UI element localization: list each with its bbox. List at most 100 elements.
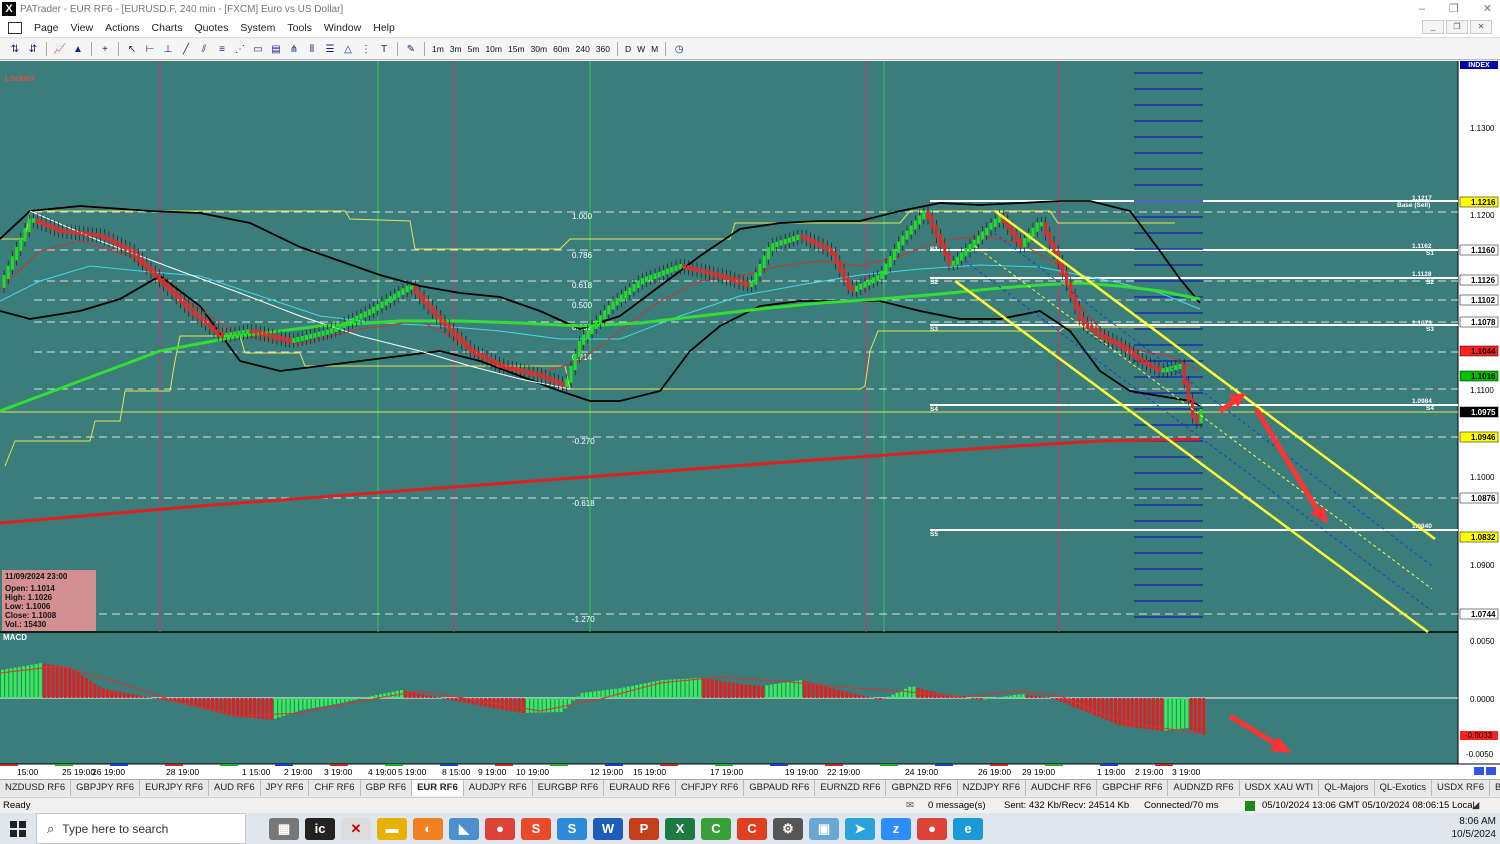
symbol-tab[interactable]: GBPCHF RF6	[1097, 780, 1169, 796]
trend-line-icon[interactable]: ╱	[178, 42, 194, 56]
symbol-tab[interactable]: GBPJPY RF6	[71, 780, 141, 796]
symbol-tab[interactable]: NZDUSD RF6	[0, 780, 72, 796]
camtasia-icon[interactable]: C	[737, 817, 767, 840]
system-clock[interactable]: 8:06 AM 10/5/2024	[1452, 815, 1497, 841]
pitchfork-icon[interactable]: ⋔	[286, 42, 302, 56]
resize-grip-icon[interactable]: ◢	[1472, 800, 1479, 811]
symbol-tab[interactable]: GBP RF6	[361, 780, 413, 796]
symbol-tab[interactable]: AUD RF6	[209, 780, 261, 796]
symbol-tab[interactable]: CHFJPY RF6	[676, 780, 745, 796]
ic-markets-icon[interactable]: ic	[305, 817, 335, 840]
symbol-tab[interactable]: EURNZD RF6	[815, 780, 887, 796]
symbol-tab[interactable]: EURAUD RF6	[604, 780, 676, 796]
task-view-icon[interactable]: ▦	[269, 817, 299, 840]
menu-page[interactable]: Page	[28, 22, 65, 34]
timeframe-360[interactable]: 360	[593, 44, 613, 54]
menu-actions[interactable]: Actions	[99, 22, 145, 34]
symbol-tab[interactable]: EURJPY RF6	[140, 780, 209, 796]
zoom-in-icon[interactable]: ▲	[70, 42, 86, 56]
pencil-icon[interactable]: ✎	[403, 42, 419, 56]
crosshair-icon[interactable]: +	[97, 42, 113, 56]
timeframe-30m[interactable]: 30m	[528, 44, 551, 54]
app-s-icon[interactable]: S	[521, 817, 551, 840]
app-orange-icon[interactable]: ◐	[413, 817, 443, 840]
taskbar-search[interactable]: ⌕ Type here to search	[36, 813, 246, 844]
app-blue-icon[interactable]: ◣	[449, 817, 479, 840]
timeframe-10m[interactable]: 10m	[482, 44, 505, 54]
timeframe-d[interactable]: D	[622, 44, 634, 54]
symbol-tab[interactable]: Bitcoin	[1490, 780, 1500, 796]
pointer-icon[interactable]: ↖	[124, 42, 140, 56]
telegram-icon[interactable]: ➤	[845, 817, 875, 840]
minimize-button[interactable]: –	[1419, 0, 1425, 18]
timeframe-m[interactable]: M	[648, 44, 661, 54]
symbol-tab[interactable]: USDX RF6	[1432, 780, 1490, 796]
chrome-2-icon[interactable]: ●	[917, 817, 947, 840]
settings-icon[interactable]: ⚙	[773, 817, 803, 840]
triangle-icon[interactable]: △	[340, 42, 356, 56]
mdi-minimize-button[interactable]: _	[1422, 20, 1444, 34]
cycles-icon[interactable]: ⦀	[304, 42, 320, 56]
symbol-tab[interactable]: QL-Exotics	[1375, 780, 1432, 796]
symbol-tab[interactable]: EURGBP RF6	[533, 780, 605, 796]
scroll-icon[interactable]	[1486, 767, 1496, 775]
fib-extension-icon[interactable]: ⋮	[358, 42, 374, 56]
menu-tools[interactable]: Tools	[281, 22, 318, 34]
timeframe-5m[interactable]: 5m	[465, 44, 483, 54]
scroll-icon[interactable]	[1474, 767, 1484, 775]
snagit-icon[interactable]: S	[557, 817, 587, 840]
clock-icon[interactable]: ◷	[671, 42, 687, 56]
menu-charts[interactable]: Charts	[146, 22, 189, 34]
symbol-tab[interactable]: AUDJPY RF6	[464, 780, 533, 796]
symbol-tab[interactable]: GBPNZD RF6	[886, 780, 958, 796]
symbol-tab[interactable]: AUDNZD RF6	[1168, 780, 1240, 796]
mdi-restore-button[interactable]: ❐	[1446, 20, 1468, 34]
symbol-tab[interactable]: NZDJPY RF6	[958, 780, 1027, 796]
vertical-line-icon[interactable]: ⊥	[160, 42, 176, 56]
menu-view[interactable]: View	[65, 22, 100, 34]
chrome-icon[interactable]: ●	[485, 817, 515, 840]
chart-type-icon[interactable]: 📈	[52, 42, 68, 56]
chart-menu-icon[interactable]	[8, 21, 22, 34]
menu-quotes[interactable]: Quotes	[188, 22, 234, 34]
symbol-tab[interactable]: CHF RF6	[309, 780, 361, 796]
symbol-tab[interactable]: EUR RF6	[412, 780, 464, 796]
fib-fan-icon[interactable]: ⋰	[232, 42, 248, 56]
fibonacci-icon[interactable]: ≡	[214, 42, 230, 56]
app-screen-icon[interactable]: ▣	[809, 817, 839, 840]
menu-system[interactable]: System	[234, 22, 281, 34]
levels-icon[interactable]: ☰	[322, 42, 338, 56]
timeframe-w[interactable]: W	[634, 44, 648, 54]
symbol-tab[interactable]: AUDCHF RF6	[1026, 780, 1098, 796]
menu-window[interactable]: Window	[318, 22, 367, 34]
symbol-tab[interactable]: QL-Majors	[1319, 780, 1375, 796]
file-explorer-icon[interactable]: ▬	[377, 817, 407, 840]
timeframe-240[interactable]: 240	[573, 44, 593, 54]
word-icon[interactable]: W	[593, 817, 623, 840]
horizontal-line-icon[interactable]: ⊢	[142, 42, 158, 56]
excel-icon[interactable]: X	[665, 817, 695, 840]
symbol-tab[interactable]: GBPAUD RF6	[744, 780, 816, 796]
mdi-close-button[interactable]: ✕	[1470, 20, 1492, 34]
camtasia-green-icon[interactable]: C	[701, 817, 731, 840]
price-chart[interactable]: INDEX 1.000 0.786 0.618 0.500 0.382 0.21…	[0, 61, 1500, 779]
powerpoint-icon[interactable]: P	[629, 817, 659, 840]
timeframe-15m[interactable]: 15m	[505, 44, 528, 54]
order-icon[interactable]: ⇵	[25, 42, 41, 56]
start-button[interactable]	[0, 820, 36, 837]
timeframe-3m[interactable]: 3m	[447, 44, 465, 54]
symbol-tab[interactable]: USDX XAU WTI	[1240, 780, 1320, 796]
text-icon[interactable]: T	[376, 42, 392, 56]
timeframe-1m[interactable]: 1m	[429, 44, 447, 54]
zoom-icon[interactable]: z	[881, 817, 911, 840]
symbol-tab[interactable]: JPY RF6	[261, 780, 310, 796]
buy-sell-icon[interactable]: ⇅	[7, 42, 23, 56]
timeframe-60m[interactable]: 60m	[550, 44, 573, 54]
maximize-button[interactable]: ❐	[1449, 0, 1459, 18]
gann-icon[interactable]: ▤	[268, 42, 284, 56]
menu-help[interactable]: Help	[367, 22, 401, 34]
close-button[interactable]: ✕	[1483, 0, 1492, 18]
edge-icon[interactable]: e	[953, 817, 983, 840]
rectangle-icon[interactable]: ▭	[250, 42, 266, 56]
patrader-icon[interactable]: ✕	[341, 817, 371, 840]
